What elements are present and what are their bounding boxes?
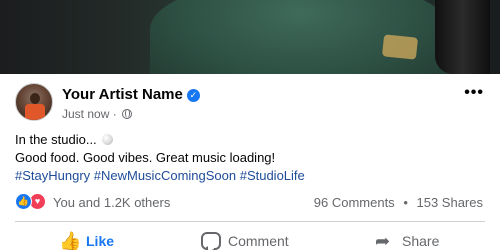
like-button-label: Like — [86, 233, 115, 249]
like-button[interactable]: 👍 Like — [59, 230, 114, 250]
comments-count[interactable]: 96 Comments — [314, 195, 395, 210]
verified-badge-icon: ✓ — [186, 89, 200, 102]
post-text-line-1-text: In the studio... — [15, 132, 97, 147]
share-button-label: Share — [402, 233, 440, 249]
stats-separator: • — [403, 195, 408, 210]
photo-chair — [435, 0, 490, 74]
post-text-line-1: In the studio... — [15, 131, 305, 149]
thumbs-up-icon: 👍 — [59, 231, 82, 250]
record-emoji-icon — [102, 134, 114, 145]
comment-button-label: Comment — [228, 233, 289, 249]
author-name-text[interactable]: Your Artist Name — [62, 86, 183, 103]
reaction-icons[interactable]: 👍 ♥ — [15, 193, 49, 211]
shares-count[interactable]: 153 Shares — [417, 195, 484, 210]
post-stats: 96 Comments • 153 Shares — [314, 195, 483, 210]
comment-bubble-icon — [201, 232, 221, 250]
globe-icon[interactable] — [122, 109, 133, 119]
post-photo[interactable] — [0, 0, 500, 74]
post-meta: Just now · — [62, 107, 133, 121]
post-timestamp[interactable]: Just now — [62, 107, 109, 121]
post-text: In the studio... Good food. Good vibes. … — [15, 131, 305, 185]
reactions-count[interactable]: You and 1.2K others — [53, 195, 170, 210]
author-avatar[interactable] — [15, 83, 53, 121]
meta-separator: · — [112, 107, 117, 121]
more-options-icon[interactable]: ••• — [464, 84, 484, 102]
comment-button[interactable]: Comment — [201, 230, 289, 250]
share-arrow-icon: ➦ — [375, 231, 391, 250]
author-name[interactable]: Your Artist Name ✓ — [62, 86, 200, 103]
avatar-head — [30, 93, 40, 104]
share-button[interactable]: ➦ Share — [375, 230, 439, 250]
photo-shirt-patch — [381, 34, 419, 60]
action-divider — [15, 221, 485, 222]
post-text-line-2: Good food. Good vibes. Great music loadi… — [15, 150, 276, 165]
like-reaction-icon: 👍 — [15, 193, 32, 210]
avatar-body — [25, 104, 45, 120]
post-hashtags[interactable]: #StayHungry #NewMusicComingSoon #StudioL… — [15, 167, 305, 185]
